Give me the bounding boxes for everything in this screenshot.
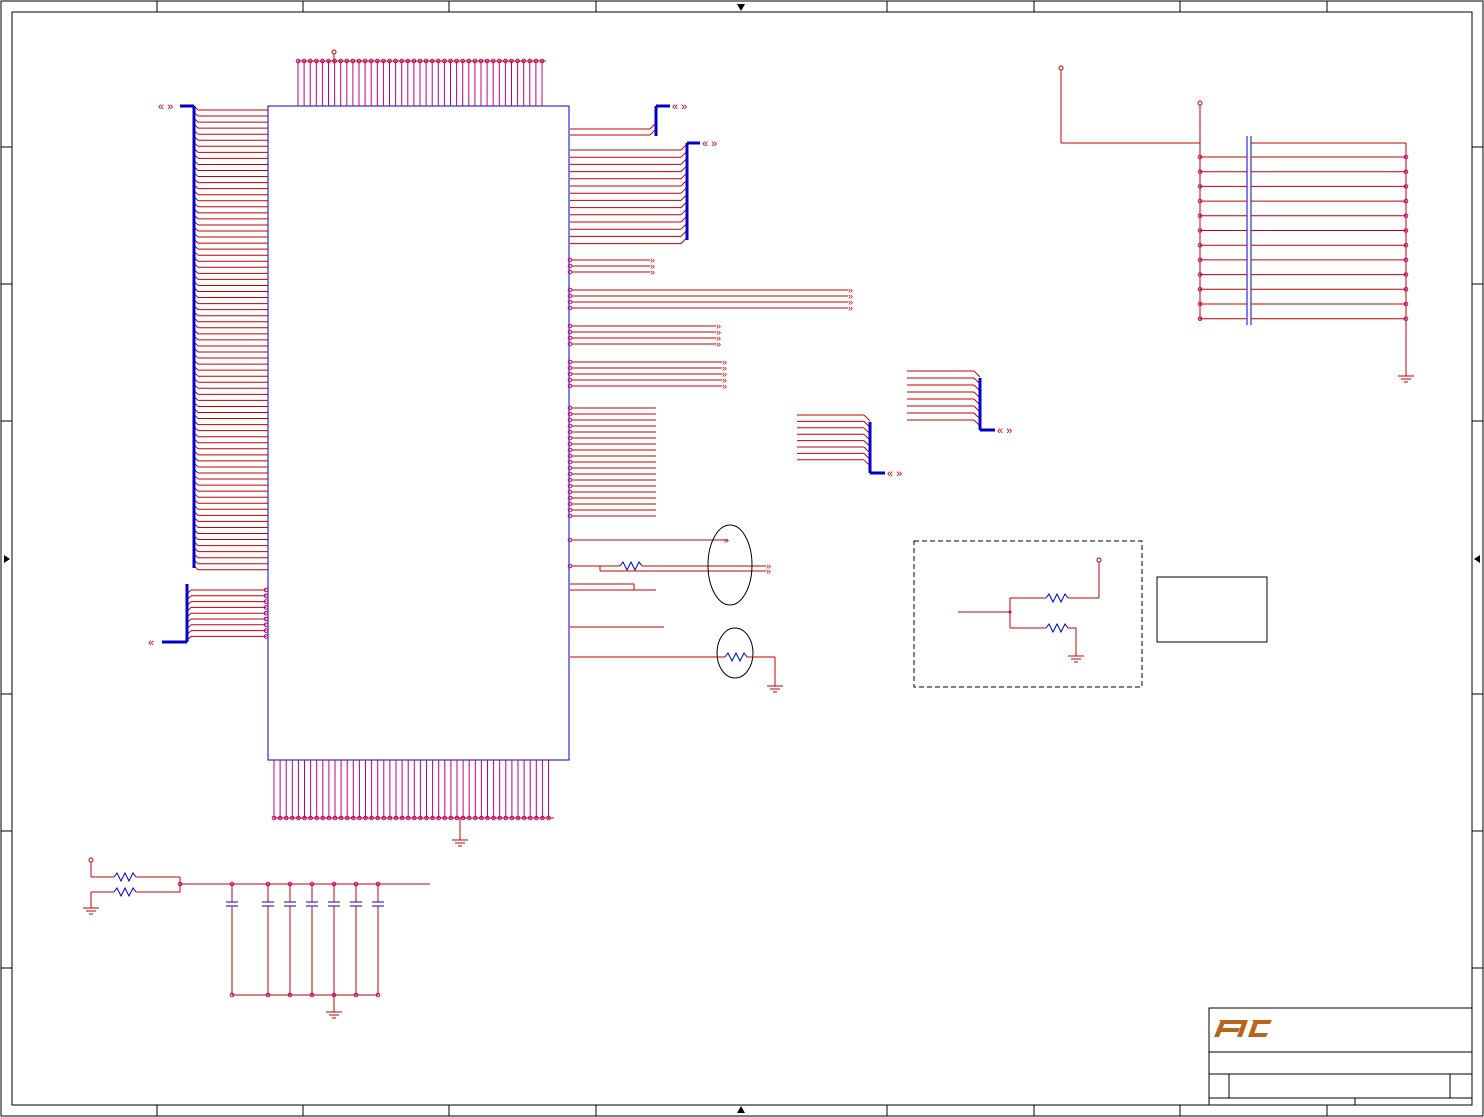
power-port-divider (88, 857, 94, 863)
middle-bus-1: « » (868, 422, 902, 480)
offpage-connector-right-1: « » (672, 101, 687, 113)
offpage-connector-left-bottom: « (148, 637, 154, 649)
zone-ticks (1, 1, 1483, 1116)
offpage-arrow: » (650, 267, 655, 277)
ic-bottom-ground-pins (271, 760, 551, 821)
offpage-arrow: » (722, 381, 727, 391)
title-block (1208, 1007, 1473, 1106)
right-bus-2: « » (685, 138, 717, 240)
middle-bus-group-2 (907, 370, 981, 427)
right-bus-1: « » (654, 101, 687, 136)
right-bus-group-1 (570, 122, 657, 136)
strap-circuit (958, 557, 1102, 663)
ic-left-data-pins (193, 105, 268, 571)
middle-bus-2: « » (978, 378, 1012, 437)
company-logo-icon (1214, 1020, 1272, 1037)
ic-left-lower-pins (186, 587, 269, 641)
power-port-top (331, 49, 337, 55)
offpage-arrow: » (724, 535, 729, 545)
power-port-tr1 (1058, 65, 1064, 71)
main-ic-body (267, 105, 570, 761)
offpage-connector-right-2: « » (702, 138, 717, 150)
ic-top-power-pins (295, 58, 545, 106)
highlight-oval-2 (716, 627, 754, 679)
highlight-oval-1 (707, 524, 753, 606)
cap-rows (1197, 142, 1409, 322)
wire (863, 414, 871, 422)
decoupling-array-top-right (1058, 65, 1414, 383)
power-port-strap (1096, 557, 1102, 563)
resistor-to-ground (570, 651, 783, 693)
wire (973, 370, 981, 378)
schematic-sheet: « » « « » « » »»»»»»»»»»»»»»»»»»» « » « … (0, 0, 1484, 1117)
sheet-frame (0, 0, 1484, 1117)
offpage-arrow: » (766, 566, 771, 576)
resistor-series (619, 560, 643, 572)
offpage-connector-left-top: « » (158, 101, 173, 113)
power-port-tr2 (1197, 100, 1203, 106)
left-bus: « » (158, 101, 196, 568)
notes-box (1156, 576, 1268, 643)
offpage-arrow: » (848, 303, 853, 313)
strap-option-box (913, 540, 1143, 688)
right-bus-group-2 (570, 143, 688, 245)
offpage-connector-mid-2: « » (997, 425, 1012, 437)
reference-caps (177, 881, 384, 998)
offpage-arrow: » (716, 339, 721, 349)
middle-bus-group-1 (797, 414, 871, 467)
bottom-ground-rail (274, 817, 554, 847)
left-lower-bus: « (148, 584, 189, 649)
offpage-connector-mid-1: « » (887, 468, 902, 480)
